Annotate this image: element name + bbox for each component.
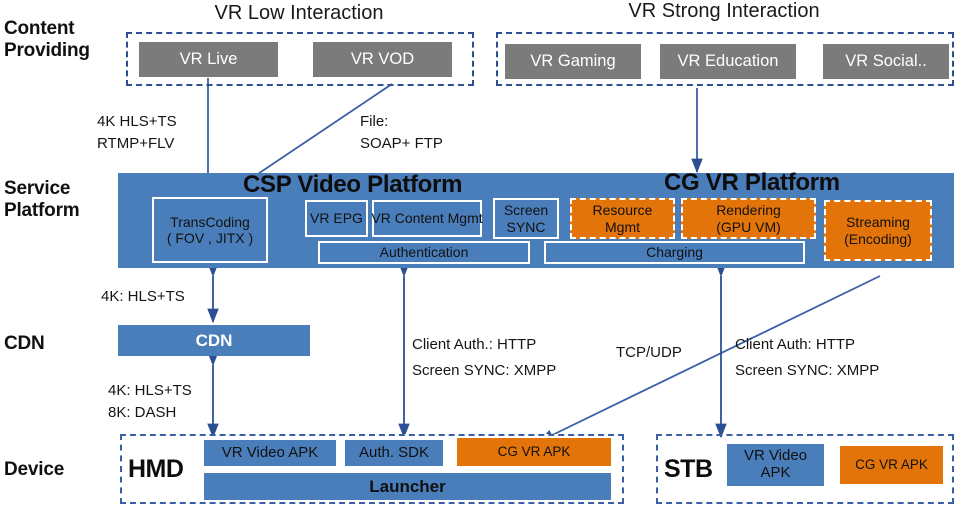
architecture-diagram: Content Providing Service Platform CDN D…	[0, 0, 960, 506]
module-resource-mgmt[interactable]: Resource Mgmt	[570, 198, 675, 239]
stb-app-cg-vr-apk[interactable]: CG VR APK	[840, 446, 943, 484]
hmd-launcher[interactable]: Launcher	[204, 473, 611, 500]
edge-label-live-to-csp: 4K HLS+TS RTMP+FLV	[97, 113, 177, 152]
row-label-content-providing: Content Providing	[4, 18, 90, 62]
cg-vr-platform-title: CG VR Platform	[664, 169, 840, 196]
edge-label-screen-sync-xmpp-right: Screen SYNC: XMPP	[735, 362, 880, 379]
stb-app-vr-video-apk-line1: VR Video	[743, 447, 808, 465]
module-transcoding-line2: ( FOV , JITX )	[166, 230, 254, 246]
module-charging[interactable]: Charging	[544, 241, 805, 264]
content-box-vr-gaming[interactable]: VR Gaming	[505, 44, 641, 79]
cdn-box[interactable]: CDN	[118, 325, 310, 356]
edge-label-vod-to-csp: File: SOAP+ FTP	[360, 113, 443, 152]
edge-label-cdn-to-device: 4K: HLS+TS 8K: DASH	[108, 382, 192, 421]
edge-label-client-auth-http-left: Client Auth.: HTTP	[412, 336, 537, 353]
edge-label-screen-sync-xmpp-left: Screen SYNC: XMPP	[412, 362, 557, 379]
module-rendering-line1: Rendering	[716, 202, 781, 219]
stb-app-vr-video-apk[interactable]: VR Video APK	[727, 444, 824, 486]
csp-video-platform-title: CSP Video Platform	[243, 171, 463, 198]
module-screen-sync[interactable]: Screen SYNC	[493, 198, 559, 239]
module-rendering[interactable]: Rendering (GPU VM)	[681, 198, 816, 239]
row-label-device: Device	[4, 459, 65, 480]
module-streaming[interactable]: Streaming (Encoding)	[824, 200, 932, 261]
module-vr-content-mgmt[interactable]: VR Content Mgmt	[371, 200, 483, 237]
edge-label-csp-to-cdn: 4K: HLS+TS	[101, 288, 185, 305]
group-title-vr-strong-interaction: VR Strong Interaction	[628, 0, 820, 22]
module-authentication[interactable]: Authentication	[318, 241, 530, 264]
edge-label-client-auth-http-right: Client Auth: HTTP	[735, 336, 856, 353]
content-box-vr-live[interactable]: VR Live	[139, 42, 278, 77]
group-title-vr-low-interaction: VR Low Interaction	[214, 2, 384, 24]
row-label-cdn: CDN	[4, 333, 45, 354]
hmd-app-vr-video-apk[interactable]: VR Video APK	[204, 440, 336, 466]
module-transcoding-line1: TransCoding	[170, 213, 250, 230]
content-box-vr-social[interactable]: VR Social..	[823, 44, 949, 79]
arrow-cg-to-hmd	[539, 275, 881, 442]
device-label-stb: STB	[664, 455, 713, 483]
device-label-hmd: HMD	[128, 455, 184, 483]
content-box-vr-vod[interactable]: VR VOD	[313, 42, 452, 77]
stb-app-vr-video-apk-line2: APK	[760, 464, 791, 481]
edge-label-tcp-udp: TCP/UDP	[616, 344, 682, 361]
module-vr-epg[interactable]: VR EPG	[305, 200, 368, 237]
module-screen-sync-line2: SYNC	[506, 218, 546, 235]
module-resource-mgmt-line1: Resource	[592, 202, 653, 219]
module-transcoding[interactable]: TransCoding ( FOV , JITX )	[152, 197, 268, 263]
module-resource-mgmt-line2: Mgmt	[605, 218, 640, 235]
module-rendering-line2: (GPU VM)	[716, 218, 781, 235]
hmd-app-auth-sdk[interactable]: Auth. SDK	[345, 440, 443, 466]
module-screen-sync-line1: Screen	[503, 202, 549, 219]
module-streaming-line1: Streaming	[846, 214, 910, 231]
row-label-service-platform: Service Platform	[4, 178, 80, 222]
content-box-vr-education[interactable]: VR Education	[660, 44, 796, 79]
hmd-app-cg-vr-apk[interactable]: CG VR APK	[457, 438, 611, 466]
module-streaming-line2: (Encoding)	[844, 230, 912, 247]
